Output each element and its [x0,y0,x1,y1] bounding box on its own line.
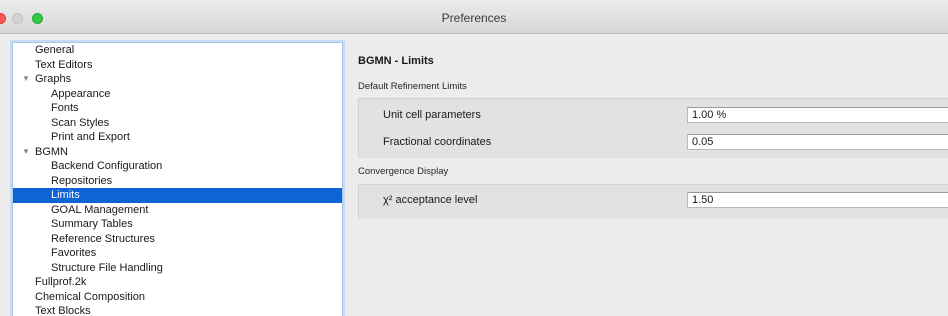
tree-item-bgmn[interactable]: ▼ BGMN [13,145,342,160]
tree-item-label: Fonts [51,102,79,114]
tree-item-scan-styles[interactable]: Scan Styles [13,116,342,131]
tree-item-label: Chemical Composition [35,290,146,303]
tree-item-label: Backend Configuration [51,160,163,172]
preferences-tree[interactable]: General Text Editors ▼ Graphs Appearance … [12,42,343,316]
tree-item-chemical-composition[interactable]: Chemical Composition [13,290,342,305]
unit-cell-label: Unit cell parameters [383,109,481,121]
tree-item-label: Text Editors [35,58,93,71]
tree-item-label: Limits [51,189,80,201]
chi-acceptance-label: χ² acceptance level [383,194,478,206]
tree-item-backend-configuration[interactable]: Backend Configuration [13,159,342,174]
disclosure-triangle-icon[interactable]: ▼ [22,72,30,87]
preferences-panel: BGMN - Limits Default Refinement Limits … [344,34,948,316]
convergence-group-header: Convergence Display [358,166,449,177]
tree-item-label: General [35,44,75,56]
refinement-group-header: Default Refinement Limits [358,81,467,92]
tree-item-label: Summary Tables [51,218,133,230]
tree-item-text-blocks[interactable]: Text Blocks [13,304,342,316]
tree-item-fonts[interactable]: Fonts [13,101,342,116]
title-bar: Preferences [0,0,948,34]
convergence-group-box: χ² acceptance level 1.50 [358,184,948,219]
tree-item-fullprof[interactable]: Fullprof.2k [13,275,342,290]
tree-item-limits[interactable]: Limits [13,188,342,203]
tree-item-label: Print and Export [51,131,130,143]
tree-item-label: Reference Structures [51,232,155,245]
tree-item-label: Fullprof.2k [35,276,87,288]
window-title: Preferences [441,11,507,25]
tree-item-general[interactable]: General [13,43,342,58]
tree-item-graphs[interactable]: ▼ Graphs [13,72,342,87]
page-title: BGMN - Limits [358,55,434,67]
tree-item-label: Text Blocks [35,305,91,316]
tree-item-print-and-export[interactable]: Print and Export [13,130,342,145]
tree-item-structure-file-handling[interactable]: Structure File Handling [13,261,342,276]
fractional-coordinates-input[interactable]: 0.05 [687,134,948,150]
tree-item-label: Structure File Handling [51,261,163,274]
tree-item-reference-structures[interactable]: Reference Structures [13,232,342,247]
tree-item-label: Appearance [51,87,111,100]
tree-item-favorites[interactable]: Favorites [13,246,342,261]
tree-item-appearance[interactable]: Appearance [13,87,342,102]
tree-item-label: Favorites [51,247,97,259]
refinement-group-box: Unit cell parameters 1.00 % Fractional c… [358,98,948,158]
disclosure-triangle-icon[interactable]: ▼ [22,145,30,160]
tree-item-summary-tables[interactable]: Summary Tables [13,217,342,232]
tree-item-label: Repositories [51,174,113,187]
tree-item-label: GOAL Management [51,203,149,216]
tree-item-label: Graphs [35,73,72,85]
tree-item-label: Scan Styles [51,116,110,129]
chi-acceptance-input[interactable]: 1.50 [687,192,948,208]
unit-cell-input[interactable]: 1.00 % [687,107,948,123]
tree-item-text-editors[interactable]: Text Editors [13,58,342,73]
tree-item-goal-management[interactable]: GOAL Management [13,203,342,218]
tree-item-label: BGMN [35,145,68,158]
fractional-coordinates-label: Fractional coordinates [383,136,492,148]
tree-item-repositories[interactable]: Repositories [13,174,342,189]
